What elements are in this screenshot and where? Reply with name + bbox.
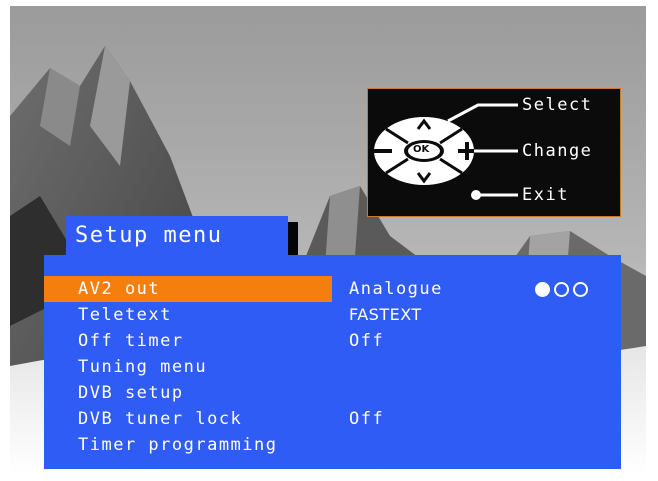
option-dot-1 [535,282,550,297]
dvb-tuner-lock-value[interactable]: Off [349,406,384,432]
menu-item-tuning-menu[interactable]: Tuning menu [44,354,332,380]
remote-help-panel: OK Select Change Exit [367,88,621,217]
ok-label: OK [413,144,430,155]
change-hint: Change [522,141,593,161]
exit-hint: Exit [522,185,569,205]
menu-title: Setup menu [66,216,288,256]
menu-item-teletext[interactable]: Teletext [44,302,332,328]
menu-item-timer-programming[interactable]: Timer programming [44,432,332,458]
setup-menu-panel: AV2 out Teletext Off timer Tuning menu D… [44,255,621,469]
select-hint: Select [522,95,593,115]
option-dot-3 [573,282,588,297]
av2-out-value[interactable]: Analogue [349,276,443,302]
off-timer-value[interactable]: Off [349,328,384,354]
menu-item-dvb-tuner-lock[interactable]: DVB tuner lock [44,406,332,432]
teletext-value[interactable]: FASTEXT [349,302,422,328]
menu-item-dvb-setup[interactable]: DVB setup [44,380,332,406]
option-dot-2 [554,282,569,297]
menu-item-off-timer[interactable]: Off timer [44,328,332,354]
option-dots [535,282,588,298]
menu-item-av2-out[interactable]: AV2 out [44,276,332,302]
